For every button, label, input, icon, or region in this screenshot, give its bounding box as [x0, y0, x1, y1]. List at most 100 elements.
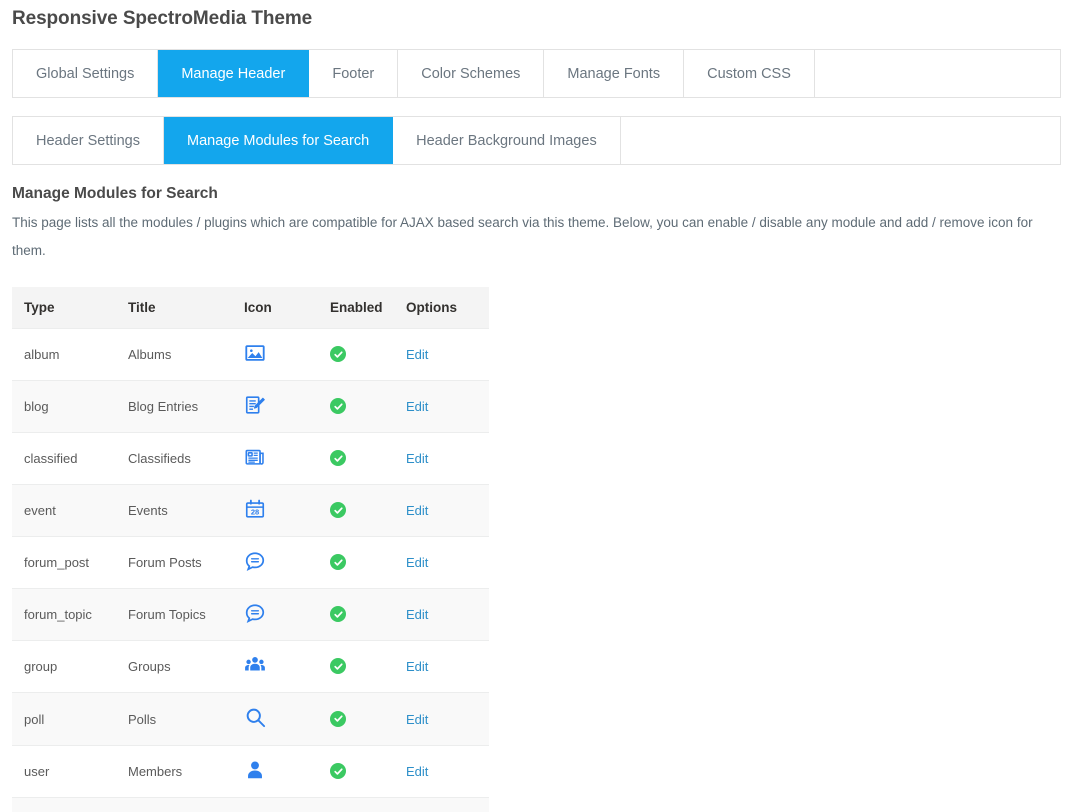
table-row: classified Classifieds Edit [12, 432, 489, 485]
table-head: Type Title Icon Enabled Options [12, 287, 489, 329]
cell-type: poll [12, 692, 116, 746]
cell-enabled[interactable] [310, 588, 394, 641]
tab-label: Color Schemes [421, 65, 521, 82]
table-row: album Albums Edit [12, 328, 489, 381]
tab-label: Header Settings [36, 132, 140, 149]
table-row: blog Blog Entries Edit [12, 380, 489, 433]
modules-table-wrapper: Type Title Icon Enabled Options album Albums … [12, 287, 489, 812]
column-header-type: Type [12, 287, 116, 329]
subtab-filler [620, 117, 1060, 164]
tab-label: Manage Modules for Search [186, 132, 370, 149]
cell-title: Events [116, 484, 230, 537]
cell-options: Edit [394, 797, 489, 812]
tab-label: Manage Fonts [567, 65, 661, 82]
tab-footer[interactable]: Footer [309, 50, 399, 97]
users-group-icon [244, 654, 266, 676]
image-icon [244, 342, 266, 364]
edit-link[interactable]: Edit [406, 555, 428, 570]
column-header-options: Options [394, 287, 489, 329]
edit-link[interactable]: Edit [406, 712, 428, 727]
cell-icon [230, 380, 310, 433]
tab-label: Global Settings [36, 65, 135, 82]
subtab-manage-modules-for-search[interactable]: Manage Modules for Search [163, 117, 394, 164]
cell-title: Members [116, 745, 230, 798]
tab-custom-css[interactable]: Custom CSS [684, 50, 815, 97]
enabled-check-icon [330, 554, 346, 571]
cell-enabled[interactable] [310, 328, 394, 381]
cell-type: video [12, 797, 116, 812]
tab-color-schemes[interactable]: Color Schemes [398, 50, 545, 97]
comment-icon [244, 602, 266, 624]
cell-options: Edit [394, 380, 489, 433]
table-row: user Members Edit [12, 745, 489, 798]
modules-table: Type Title Icon Enabled Options album Albums … [12, 287, 489, 812]
tab-global-settings[interactable]: Global Settings [13, 50, 159, 97]
cell-title: Forum Posts [116, 536, 230, 589]
cell-icon: 28 [230, 484, 310, 537]
magnifier-icon [244, 706, 267, 729]
cell-options: Edit [394, 745, 489, 798]
enabled-check-icon [330, 398, 346, 415]
cell-type: event [12, 484, 116, 537]
table-row: forum_topic Forum Topics Edit [12, 588, 489, 641]
cell-options: Edit [394, 536, 489, 589]
cell-title: Forum Topics [116, 588, 230, 641]
cell-enabled[interactable] [310, 536, 394, 589]
cell-type: album [12, 328, 116, 381]
cell-enabled[interactable] [310, 692, 394, 746]
secondary-tab-bar: Header Settings Manage Modules for Search… [12, 116, 1061, 165]
cell-enabled[interactable] [310, 640, 394, 693]
cell-type: classified [12, 432, 116, 485]
cell-icon [230, 432, 310, 485]
cell-title: Videos [116, 797, 230, 812]
comment-icon [244, 550, 266, 572]
tab-label: Footer [332, 65, 375, 82]
edit-link[interactable]: Edit [406, 399, 428, 414]
cell-enabled[interactable] [310, 432, 394, 485]
section-description: This page lists all the modules / plugin… [12, 215, 1033, 258]
cell-enabled[interactable] [310, 797, 394, 812]
enabled-check-icon [330, 346, 346, 363]
cell-icon [230, 745, 310, 798]
tab-label: Header Background Images [416, 132, 597, 149]
cell-title: Albums [116, 328, 230, 381]
tab-label: Manage Header [181, 65, 286, 82]
enabled-check-icon [330, 450, 346, 467]
tab-manage-header[interactable]: Manage Header [158, 50, 310, 97]
cell-options: Edit [394, 588, 489, 641]
page-root: Responsive SpectroMedia Theme Global Set… [0, 8, 1073, 812]
cell-type: blog [12, 380, 116, 433]
column-header-enabled: Enabled [310, 287, 394, 329]
tab-label: Custom CSS [707, 65, 791, 82]
cell-enabled[interactable] [310, 745, 394, 798]
edit-link[interactable]: Edit [406, 347, 428, 362]
cell-options: Edit [394, 692, 489, 746]
cell-type: user [12, 745, 116, 798]
edit-link[interactable]: Edit [406, 503, 428, 518]
cell-options: Edit [394, 640, 489, 693]
cell-type: forum_topic [12, 588, 116, 641]
edit-link[interactable]: Edit [406, 451, 428, 466]
table-row: forum_post Forum Posts Edit [12, 536, 489, 589]
primary-tab-bar: Global Settings Manage Header Footer Color … [12, 49, 1061, 98]
page-title: Responsive SpectroMedia Theme [12, 8, 313, 29]
subtab-header-settings[interactable]: Header Settings [13, 117, 164, 164]
tab-manage-fonts[interactable]: Manage Fonts [544, 50, 685, 97]
cell-icon [230, 588, 310, 641]
cell-options: Edit [394, 328, 489, 381]
table-body: album Albums Edit blog Blog Entries Edit cla… [12, 328, 489, 812]
cell-title: Classifieds [116, 432, 230, 485]
subtab-header-background-images[interactable]: Header Background Images [393, 117, 621, 164]
cell-enabled[interactable] [310, 380, 394, 433]
section-heading: Manage Modules for Search [12, 185, 218, 202]
column-header-title: Title [116, 287, 230, 329]
cell-options: Edit [394, 432, 489, 485]
enabled-check-icon [330, 502, 346, 519]
edit-link[interactable]: Edit [406, 607, 428, 622]
enabled-check-icon [330, 710, 346, 727]
column-header-icon: Icon [230, 287, 310, 329]
edit-link[interactable]: Edit [406, 764, 428, 779]
cell-icon [230, 640, 310, 693]
cell-enabled[interactable] [310, 484, 394, 537]
edit-link[interactable]: Edit [406, 659, 428, 674]
